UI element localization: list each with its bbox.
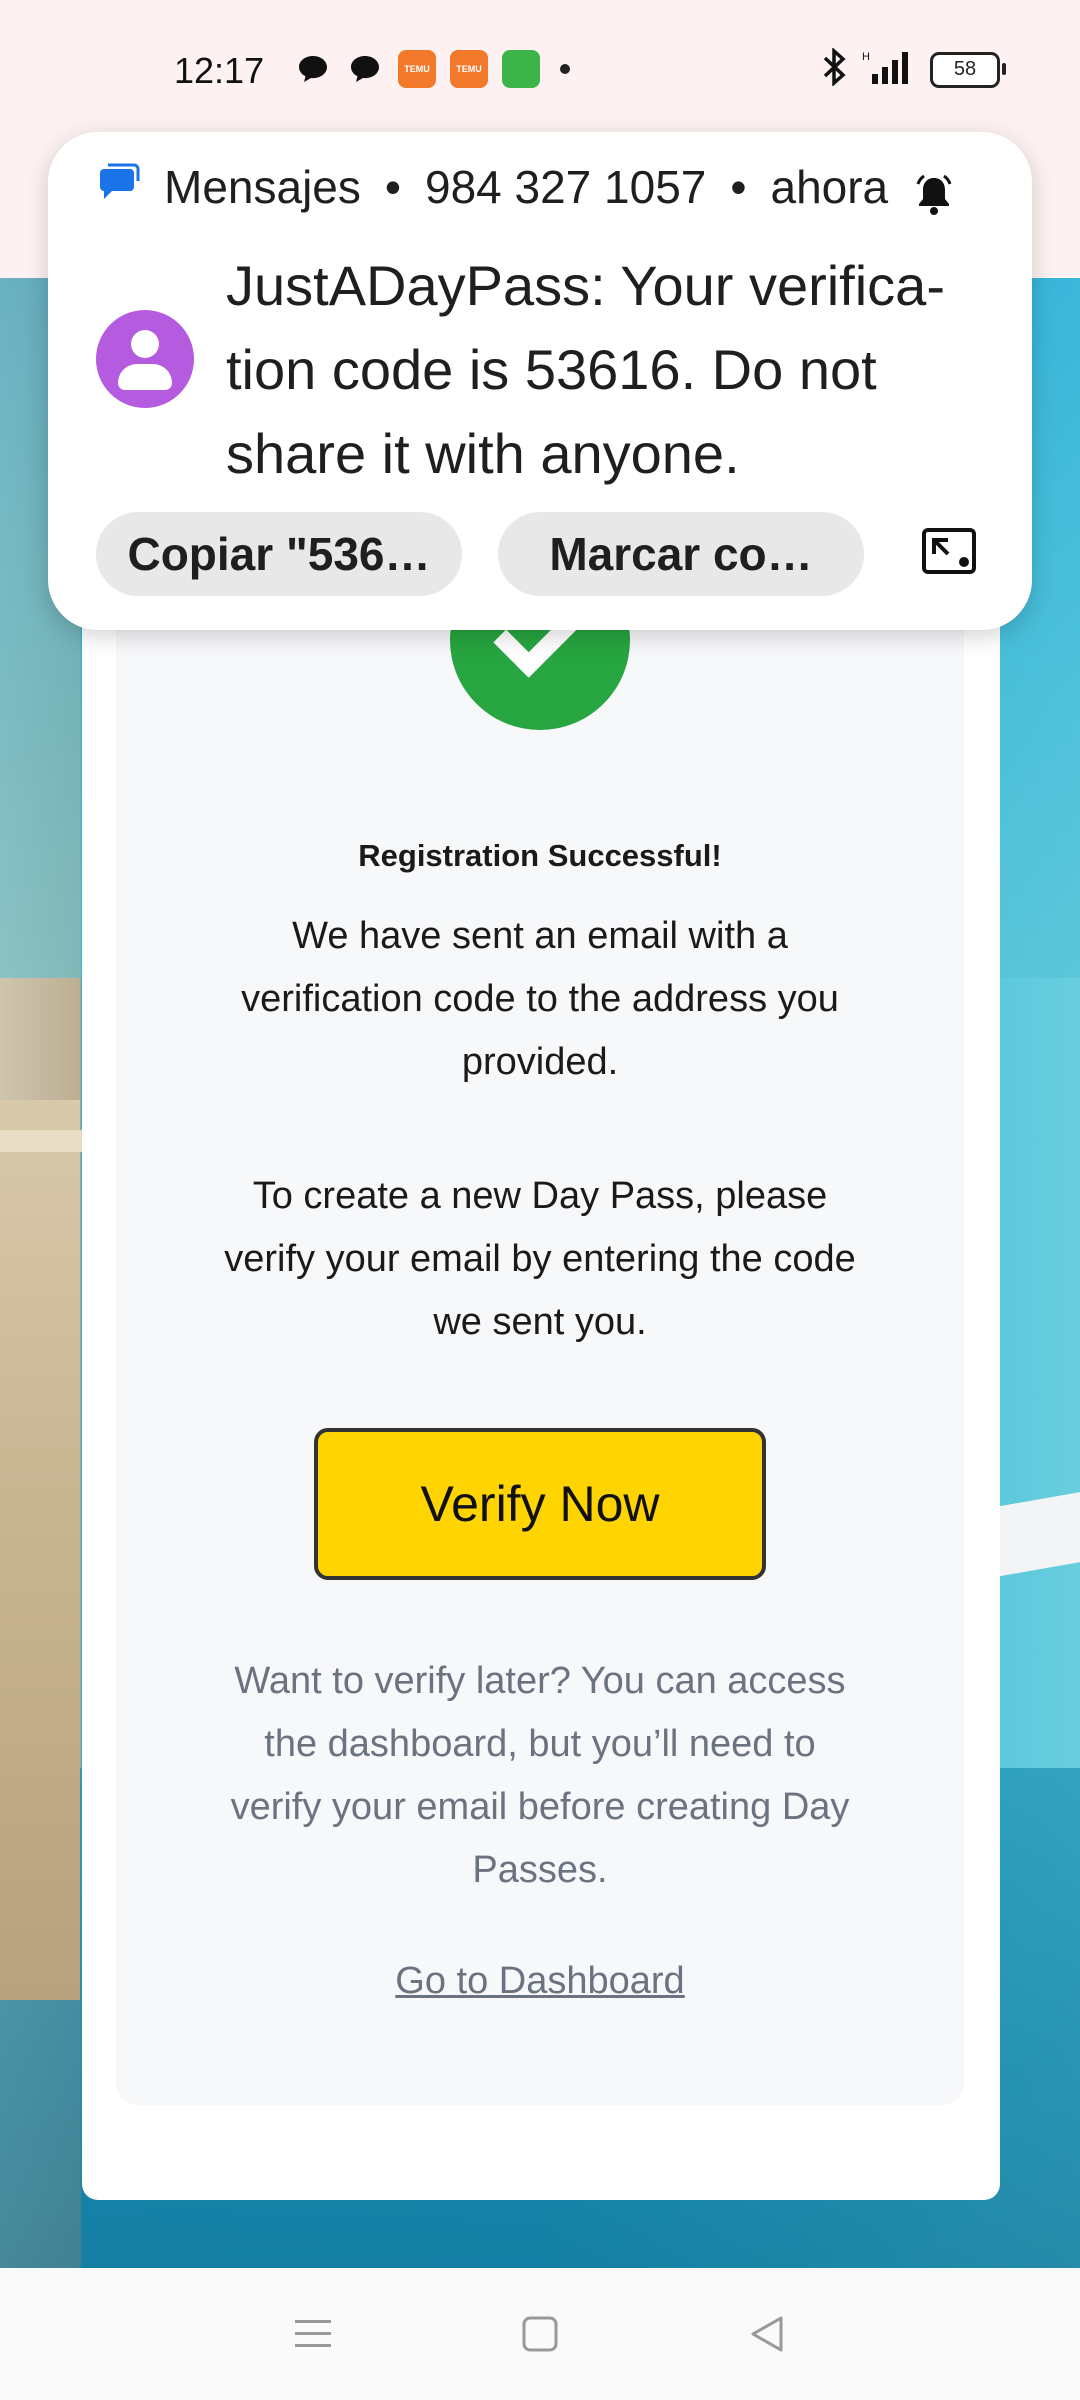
screen: 12:17 TEMU TEMU H 58 Registration Succes… xyxy=(0,0,1080,2400)
bluetooth-icon xyxy=(822,47,848,91)
avatar-icon xyxy=(96,310,194,408)
notification-sender: 984 327 1057 xyxy=(424,161,707,213)
email-sent-text: We have sent an email with a verificatio… xyxy=(241,915,839,1083)
temu-app-icon: TEMU xyxy=(398,50,436,88)
mark-as-read-button[interactable]: Marcar co… xyxy=(498,512,864,596)
avatar-body xyxy=(118,364,172,390)
battery-icon: 58 xyxy=(930,51,1006,88)
signal-icon: H xyxy=(862,48,916,91)
separator-dot: • xyxy=(730,161,747,213)
notification-time: ahora xyxy=(770,161,889,213)
status-bar: 12:17 TEMU TEMU H 58 xyxy=(0,0,1080,140)
status-system-icons: H 58 xyxy=(822,47,1006,91)
status-notification-icons: TEMU TEMU xyxy=(294,50,570,88)
chat-bubble-icon xyxy=(294,52,332,86)
verify-later-text: Want to verify later? You can access the… xyxy=(230,1660,850,1891)
green-app-icon xyxy=(502,50,540,88)
notification-message: JustADayPass: Your verifica-tion code is… xyxy=(226,254,945,485)
pergola-image-detail xyxy=(0,1100,80,2000)
menu-icon[interactable] xyxy=(283,2304,343,2364)
home-icon[interactable] xyxy=(510,2304,570,2364)
expand-icon[interactable] xyxy=(918,520,980,582)
messages-app-icon xyxy=(98,160,140,214)
go-to-dashboard-link[interactable]: Go to Dashboard xyxy=(116,1960,964,2003)
svg-text:H: H xyxy=(862,51,870,63)
status-time: 12:17 xyxy=(174,50,265,91)
verify-instruction-text: To create a new Day Pass, please verify … xyxy=(224,1175,856,1343)
pergola-beam-detail xyxy=(0,1130,82,1152)
back-icon[interactable] xyxy=(737,2304,797,2364)
dot-icon xyxy=(560,64,570,74)
chat-bubble-icon xyxy=(346,52,384,86)
temu-app-icon: TEMU xyxy=(450,50,488,88)
copy-code-button[interactable]: Copiar "536… xyxy=(96,512,462,596)
sms-notification[interactable]: Mensajes • 984 327 1057 • ahora JustADay… xyxy=(48,132,1032,630)
success-title: Registration Successful! xyxy=(358,838,722,873)
verify-now-button[interactable]: Verify Now xyxy=(314,1428,766,1580)
bell-icon xyxy=(914,174,954,221)
avatar-head xyxy=(131,330,159,358)
notification-app-name: Mensajes xyxy=(164,161,361,213)
notification-header: Mensajes • 984 327 1057 • ahora xyxy=(98,160,888,214)
navigation-bar xyxy=(0,2268,1080,2400)
separator-dot: • xyxy=(384,161,401,213)
